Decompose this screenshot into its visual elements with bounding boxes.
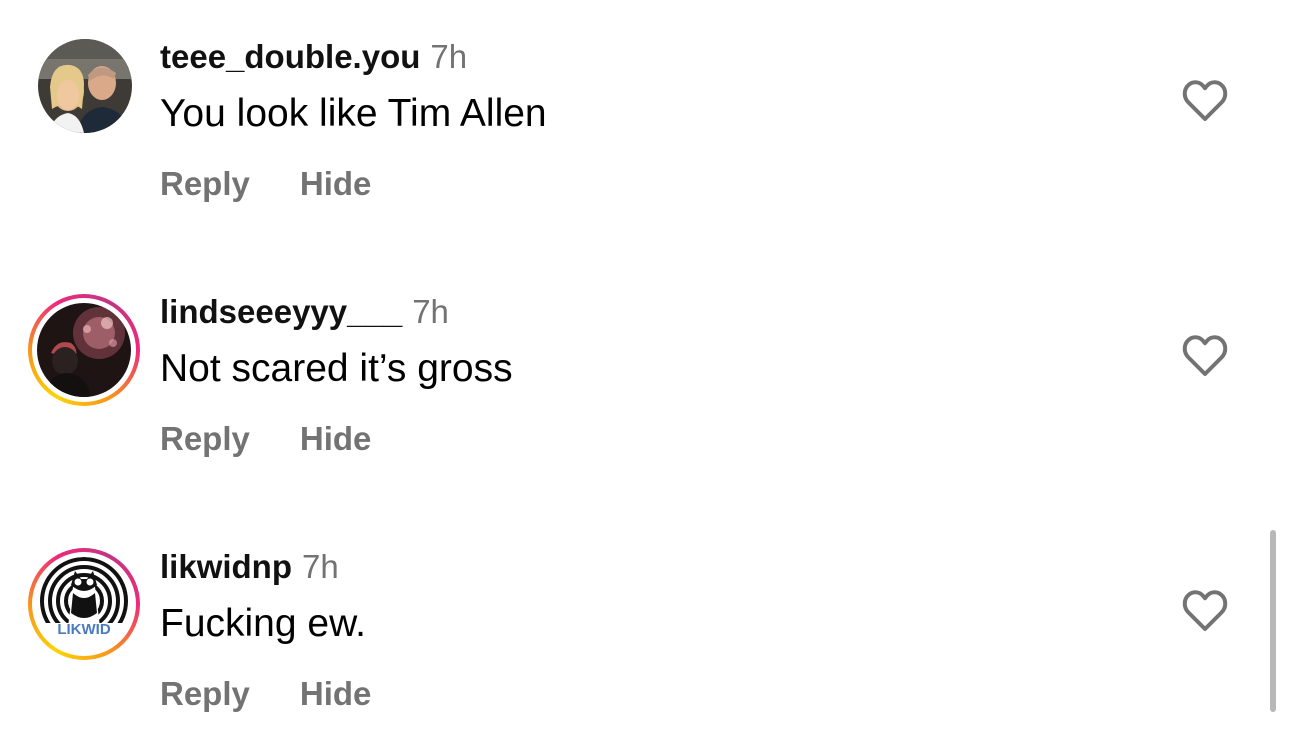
comment-timestamp: 7h (412, 293, 449, 330)
heart-icon[interactable] (1180, 586, 1230, 636)
avatar-image: LIKWID (37, 557, 131, 651)
heart-icon[interactable] (1180, 331, 1230, 381)
comment-username[interactable]: lindseeeyyy___ (160, 293, 402, 330)
heart-icon[interactable] (1180, 76, 1230, 126)
comment-text: Fucking ew. (160, 602, 366, 645)
comment-item: LIKWID likwidnp 7h Fucking ew. Reply Hide (0, 510, 1290, 744)
hide-button[interactable]: Hide (300, 675, 372, 712)
avatar-logo-text: LIKWID (57, 621, 111, 638)
comment-timestamp: 7h (430, 38, 468, 75)
avatar[interactable] (28, 294, 140, 406)
reply-button[interactable]: Reply (160, 675, 250, 712)
avatar-image (38, 39, 132, 133)
reply-button[interactable]: Reply (160, 420, 250, 457)
comment-header: lindseeeyyy___ 7h (160, 292, 449, 332)
comments-list: teee_double.you 7h You look like Tim Alle… (0, 0, 1290, 744)
comment-text: You look like Tim Allen (160, 92, 547, 135)
avatar[interactable] (28, 39, 140, 151)
comment-item: teee_double.you 7h You look like Tim Alle… (0, 0, 1290, 240)
comment-header: likwidnp 7h (160, 547, 339, 587)
comment-actions: Reply Hide (160, 419, 371, 459)
comment-timestamp: 7h (302, 548, 339, 585)
comment-username[interactable]: teee_double.you (160, 38, 420, 75)
reply-button[interactable]: Reply (160, 165, 250, 202)
avatar-image (37, 303, 131, 397)
scrollbar[interactable] (1270, 530, 1276, 712)
hide-button[interactable]: Hide (300, 165, 372, 202)
comment-header: teee_double.you 7h (160, 37, 467, 77)
comment-username[interactable]: likwidnp (160, 548, 292, 585)
hide-button[interactable]: Hide (300, 420, 372, 457)
comment-actions: Reply Hide (160, 164, 371, 204)
avatar[interactable]: LIKWID (28, 548, 140, 660)
comment-text: Not scared it’s gross (160, 347, 513, 390)
comment-actions: Reply Hide (160, 674, 371, 714)
comment-item: lindseeeyyy___ 7h Not scared it’s gross R… (0, 255, 1290, 495)
